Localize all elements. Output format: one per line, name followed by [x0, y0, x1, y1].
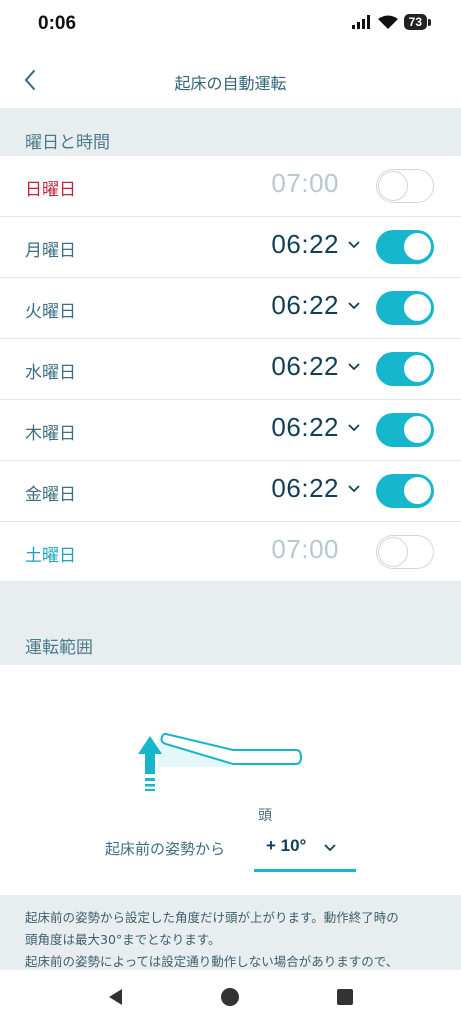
nav-recents-icon[interactable] — [334, 986, 356, 1008]
day-row: 土曜日 07:00 — [0, 522, 461, 583]
day-label: 金曜日 — [25, 485, 76, 505]
note-line: 頭角度は最大30°までとなります。 — [25, 932, 221, 947]
chevron-down-icon[interactable] — [348, 485, 360, 493]
day-toggle[interactable] — [376, 230, 434, 264]
app-header: 起床の自動運転 — [0, 52, 461, 108]
range-panel: 頭 起床前の姿勢から + 10° — [0, 665, 461, 895]
status-bar: 0:06 73 — [0, 0, 461, 52]
time-value[interactable]: 06:22 — [271, 351, 339, 382]
schedule-section-header: 曜日と時間 — [0, 108, 461, 156]
chevron-down-icon — [324, 844, 336, 852]
angle-dropdown[interactable]: + 10° — [254, 829, 356, 872]
day-row: 月曜日 06:22 — [0, 217, 461, 278]
angle-value: + 10° — [266, 836, 307, 855]
day-label: 日曜日 — [25, 180, 76, 200]
day-label: 土曜日 — [25, 546, 76, 566]
day-label: 火曜日 — [25, 302, 76, 322]
range-section-title: 運転範囲 — [25, 638, 93, 658]
chevron-down-icon[interactable] — [348, 363, 360, 371]
signal-icon — [351, 15, 370, 29]
day-toggle[interactable] — [376, 169, 434, 203]
time-value: 07:00 — [271, 168, 339, 198]
note-line: 起床前の姿勢から設定した角度だけ頭が上がります。動作終了時の — [25, 910, 399, 925]
battery-indicator: 73 — [403, 14, 431, 30]
battery-level: 73 — [403, 14, 427, 30]
schedule-section-title: 曜日と時間 — [25, 133, 110, 153]
page-title: 起床の自動運転 — [174, 74, 287, 93]
time-value[interactable]: 06:22 — [271, 229, 339, 260]
toggle-knob — [403, 231, 432, 261]
time-value[interactable]: 06:22 — [271, 412, 339, 443]
bed-incline-illustration — [138, 732, 303, 791]
day-toggle[interactable] — [376, 474, 434, 508]
day-toggle[interactable] — [376, 413, 434, 447]
day-row: 水曜日 06:22 — [0, 339, 461, 400]
wifi-icon — [377, 15, 398, 29]
day-row: 日曜日 07:00 — [0, 156, 461, 217]
status-icons: 73 — [351, 14, 431, 30]
toggle-knob — [378, 537, 408, 567]
day-toggle[interactable] — [376, 352, 434, 386]
day-label: 水曜日 — [25, 363, 76, 383]
chevron-down-icon[interactable] — [348, 424, 360, 432]
battery-tip — [428, 18, 431, 26]
system-nav-bar — [0, 970, 461, 1024]
toggle-knob — [378, 171, 408, 201]
day-row: 木曜日 06:22 — [0, 400, 461, 461]
nav-back-icon[interactable] — [105, 986, 127, 1008]
posture-label: 起床前の姿勢から — [105, 840, 226, 858]
nav-home-icon[interactable] — [219, 986, 241, 1008]
toggle-knob — [403, 414, 432, 444]
toggle-knob — [403, 475, 432, 505]
note-line: 起床前の姿勢によっては設定通り動作しない場合がありますので、 — [25, 954, 399, 969]
chevron-down-icon[interactable] — [348, 241, 360, 249]
note-panel: 起床前の姿勢から設定した角度だけ頭が上がります。動作終了時の 頭角度は最大30°… — [0, 895, 461, 970]
toggle-knob — [403, 292, 432, 322]
day-label: 木曜日 — [25, 424, 76, 444]
time-value[interactable]: 06:22 — [271, 290, 339, 321]
time-value[interactable]: 06:22 — [271, 473, 339, 504]
chevron-down-icon[interactable] — [348, 302, 360, 310]
day-toggle[interactable] — [376, 535, 434, 569]
toggle-knob — [403, 353, 432, 383]
range-section-header: 運転範囲 — [0, 581, 461, 665]
head-label: 頭 — [258, 808, 272, 824]
day-toggle[interactable] — [376, 291, 434, 325]
time-value: 07:00 — [271, 534, 339, 564]
day-row: 金曜日 06:22 — [0, 461, 461, 522]
status-time: 0:06 — [38, 13, 77, 34]
day-row: 火曜日 06:22 — [0, 278, 461, 339]
day-label: 月曜日 — [25, 241, 76, 261]
